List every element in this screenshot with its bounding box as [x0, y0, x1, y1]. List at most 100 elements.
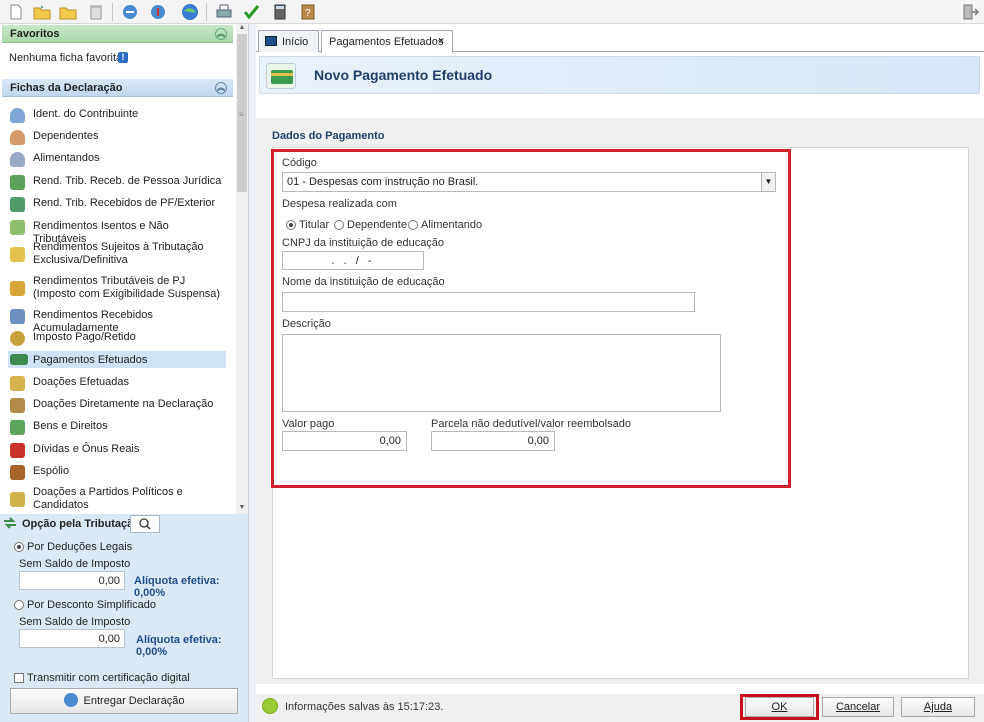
main-content: Início Pagamentos Efetuados × Novo Pagam…	[256, 24, 984, 722]
dependente-label: Dependente	[347, 219, 407, 231]
panel-splitter[interactable]	[248, 24, 256, 722]
scroll-up-icon[interactable]: ▲	[236, 24, 248, 34]
radio-simplificado[interactable]	[14, 600, 24, 610]
codigo-select[interactable]: 01 - Despesas com instrução no Brasil. ▼	[282, 172, 776, 192]
chevron-down-icon[interactable]: ▼	[761, 173, 775, 191]
cnpj-label: CNPJ da instituição de educação	[282, 237, 445, 249]
valor-label: Valor pago	[282, 418, 335, 430]
titular-label: Titular	[299, 219, 330, 231]
fichas-list: Ident. do Contribuinte Dependentes Alime…	[2, 103, 234, 511]
check-icon[interactable]	[242, 2, 262, 22]
sidebar-item-acumulados[interactable]: Rendimentos Recebidos Acumuladamente	[8, 309, 226, 334]
sidebar-item-pagamentos[interactable]: Pagamentos Efetuados	[8, 351, 226, 368]
radio-deducoes[interactable]	[14, 542, 24, 552]
favorites-header[interactable]: Favoritos ︽	[2, 25, 233, 43]
sidebar-item-dependentes[interactable]: Dependentes	[8, 130, 226, 146]
open-folder-icon[interactable]	[32, 2, 52, 22]
entregar-declaracao-button[interactable]: Entregar Declaração	[10, 688, 238, 714]
sidebar-item-label: Rendimentos Sujeitos à Tributação Exclus…	[33, 241, 204, 266]
help-button[interactable]: Ajuda	[901, 697, 975, 717]
parcela-input[interactable]: 0,00	[431, 431, 555, 451]
new-doc-icon[interactable]	[6, 2, 26, 22]
sidebar-item-dividas[interactable]: Dívidas e Ônus Reais	[8, 443, 226, 459]
simplificado-label: Por Desconto Simplificado	[27, 599, 157, 611]
calculator-icon[interactable]	[270, 2, 290, 22]
simplificado-aliquota: Alíquota efetiva: 0,00%	[136, 634, 222, 658]
sidebar-item-label: Rendimentos Tributáveis de PJ (Imposto c…	[33, 275, 221, 300]
scroll-down-icon[interactable]: ▼	[236, 504, 248, 514]
chest-icon	[10, 465, 25, 480]
sidebar-item-label: Ident. do Contribuinte	[33, 108, 139, 120]
sidebar-item-suspensa[interactable]: Rendimentos Tributáveis de PJ (Imposto c…	[8, 275, 226, 303]
sidebar-item-label: Doações Efetuadas	[33, 376, 130, 388]
sidebar-item-doacoes-diretas[interactable]: Doações Diretamente na Declaração	[8, 398, 226, 414]
radio-titular[interactable]	[286, 220, 296, 230]
radio-dependente[interactable]	[334, 220, 344, 230]
import-icon[interactable]	[120, 2, 140, 22]
favorites-title: Favoritos	[10, 28, 60, 40]
sidebar-item-label: Pagamentos Efetuados	[33, 354, 148, 366]
sidebar-item-bens[interactable]: Bens e Direitos	[8, 420, 226, 436]
sidebar-item-isentos[interactable]: Rendimentos Isentos e Não Tributáveis	[8, 220, 226, 245]
globe-icon[interactable]	[180, 2, 200, 22]
sidebar-item-partidos[interactable]: Doações a Partidos Políticos e Candidato…	[8, 486, 226, 511]
tab-inicio-label: Início	[282, 36, 309, 48]
sidebar-item-label: Bens e Direitos	[33, 420, 108, 432]
collapse-favorites-icon[interactable]: ︽	[215, 28, 227, 40]
sidebar-item-doacoes[interactable]: Doações Efetuadas	[8, 376, 226, 392]
alimentando-label: Alimentando	[421, 219, 483, 231]
collapse-fichas-icon[interactable]: ︽	[215, 82, 227, 94]
tributacao-panel: Opção pela Tributação: Por Deduções Lega…	[0, 514, 248, 722]
dependents-icon	[10, 130, 25, 145]
sidebar-item-rend-pf[interactable]: Rend. Trib. Recebidos de PF/Exterior	[8, 197, 226, 213]
status-text: Informações salvas às 15:17:23.	[285, 701, 444, 713]
cnpj-input[interactable]: . . / -	[282, 251, 424, 270]
donation-direct-icon	[10, 398, 25, 413]
nome-input[interactable]	[282, 292, 695, 312]
sidebar-item-imposto-pago[interactable]: Imposto Pago/Retido	[8, 331, 226, 347]
tab-pagamentos[interactable]: Pagamentos Efetuados ×	[321, 30, 453, 53]
sidebar-item-label: Rend. Trib. Recebidos de PF/Exterior	[33, 197, 216, 209]
sidebar-item-label: Doações Diretamente na Declaração	[33, 398, 214, 410]
export-icon[interactable]	[148, 2, 168, 22]
donation-icon	[10, 376, 25, 391]
codigo-value: 01 - Despesas com instrução no Brasil.	[287, 176, 479, 188]
nome-label: Nome da instituição de educação	[282, 276, 445, 288]
help-book-icon[interactable]: ?	[298, 2, 318, 22]
card-icon	[10, 354, 28, 365]
accumulated-icon	[10, 309, 25, 324]
exit-icon[interactable]	[960, 2, 980, 22]
svg-text:?: ?	[305, 8, 311, 19]
fichas-header[interactable]: Fichas da Declaração ︽	[2, 79, 233, 97]
tributacao-search-button[interactable]	[130, 515, 160, 533]
sidebar-item-exclusiva[interactable]: Rendimentos Sujeitos à Tributação Exclus…	[8, 241, 226, 269]
descricao-label: Descrição	[282, 318, 331, 330]
sidebar-item-ident[interactable]: Ident. do Contribuinte	[8, 108, 226, 124]
sidebar-scrollbar[interactable]: ▲ ≡ ▼	[236, 24, 248, 514]
codigo-label: Código	[282, 157, 317, 169]
valor-input[interactable]: 0,00	[282, 431, 407, 451]
descricao-textarea[interactable]	[282, 334, 721, 412]
radio-alimentando[interactable]	[408, 220, 418, 230]
tributacao-arrows-icon	[3, 516, 17, 530]
folder-icon[interactable]	[58, 2, 78, 22]
print-icon[interactable]	[214, 2, 234, 22]
cancel-button[interactable]: Cancelar	[822, 697, 894, 717]
ok-button[interactable]: OK	[745, 697, 814, 717]
sidebar-item-rend-pj[interactable]: Rend. Trib. Receb. de Pessoa Jurídica	[8, 175, 226, 191]
tab-inicio[interactable]: Início	[258, 30, 319, 52]
deducoes-aliquota: Alíquota efetiva: 0,00%	[134, 575, 220, 599]
sidebar-item-espolio[interactable]: Espólio	[8, 465, 226, 481]
close-tab-icon[interactable]: ×	[438, 35, 444, 47]
saved-check-icon	[262, 698, 278, 714]
trash-icon[interactable]	[86, 2, 106, 22]
tax-paid-icon	[10, 331, 25, 346]
deducoes-value: 0,00	[19, 571, 125, 590]
favorites-empty-text: Nenhuma ficha favorita	[9, 52, 123, 64]
people-icon	[10, 152, 25, 167]
political-icon	[10, 492, 25, 507]
grip-icon: ≡	[239, 110, 244, 119]
sidebar-item-alimentandos[interactable]: Alimentandos	[8, 152, 226, 168]
deducoes-label: Por Deduções Legais	[27, 541, 133, 553]
transmitir-checkbox[interactable]	[14, 673, 24, 683]
